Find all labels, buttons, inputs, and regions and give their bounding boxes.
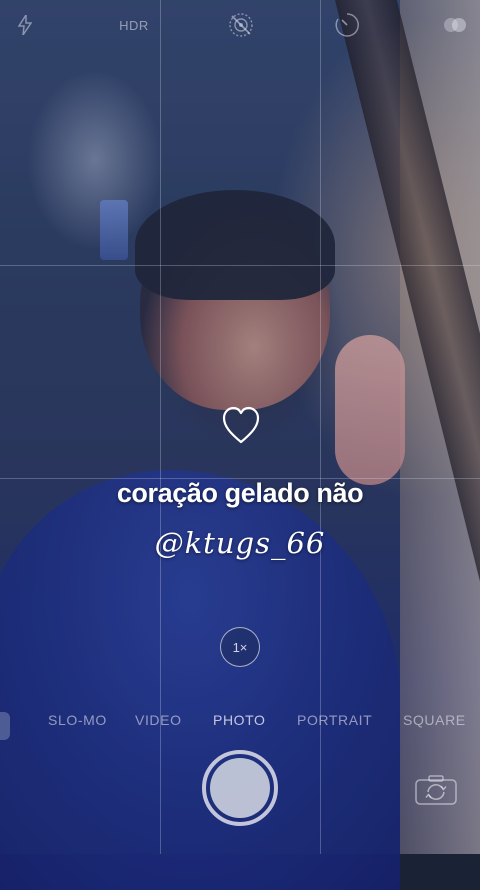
filters-icon[interactable] [440,10,470,40]
heart-outline-icon [222,406,260,446]
zoom-label: 1× [232,639,248,655]
grid-line [0,265,480,266]
mode-portrait[interactable]: PORTRAIT [297,712,372,728]
switch-camera-icon[interactable] [414,774,458,806]
flash-icon[interactable] [14,10,36,40]
mode-photo[interactable]: PHOTO [213,712,266,728]
mode-square[interactable]: SQUARE [403,712,466,728]
username-handle: @ktugs_66 [154,526,326,560]
timer-icon[interactable] [333,10,361,40]
caption-text: coração gelado não [116,478,364,508]
hdr-toggle[interactable]: HDR [112,10,156,40]
mode-video[interactable]: VIDEO [135,712,182,728]
shutter-button[interactable] [202,750,278,826]
zoom-button[interactable]: 1× [220,627,260,667]
mode-slo-mo[interactable]: SLO-MO [48,712,107,728]
shutter-inner [210,758,270,818]
camera-mode-selector: SLO-MO VIDEO PHOTO PORTRAIT SQUARE [0,712,480,732]
hdr-label: HDR [119,17,149,33]
live-photo-off-icon[interactable] [227,10,255,40]
camera-top-bar: HDR [0,10,480,44]
